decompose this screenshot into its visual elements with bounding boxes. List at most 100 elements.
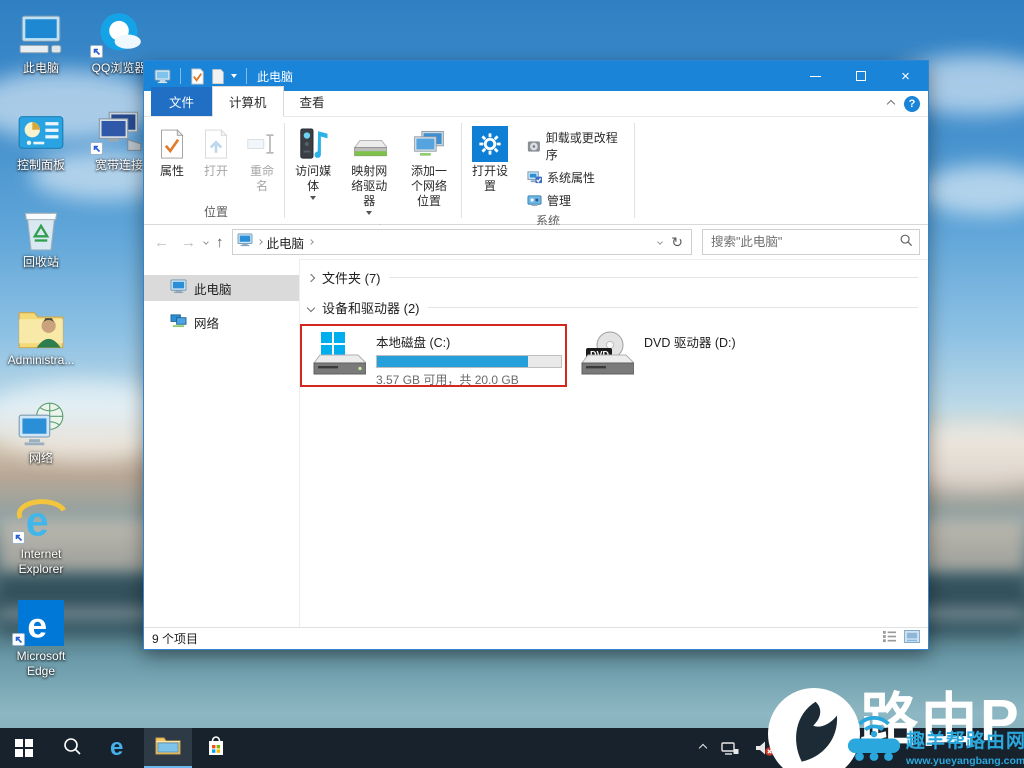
nav-item-network[interactable]: 网络 — [144, 309, 299, 335]
help-icon[interactable]: ? — [904, 96, 920, 112]
desktop-icon-label: Administra... — [7, 353, 75, 367]
recent-locations-icon[interactable] — [203, 239, 209, 245]
desktop: 此电脑 QQ浏览器 控制面板 宽带连接 回收站 Administra... 网络… — [0, 0, 1024, 768]
quick-access-new-folder-icon[interactable] — [211, 68, 225, 85]
taskbar-store-button[interactable] — [192, 728, 240, 768]
breadcrumb-chevron-icon[interactable] — [256, 239, 263, 245]
microsoft-edge-icon: e — [2, 596, 80, 646]
watermark-site-name: 趣羊帮路由网 — [906, 731, 1024, 752]
maximize-icon — [855, 71, 866, 81]
desktop-icon-label: 网络 — [28, 451, 53, 465]
search-icon[interactable] — [899, 233, 913, 252]
search-box[interactable] — [702, 229, 920, 255]
this-pc-icon — [170, 279, 187, 297]
items-count: 9 个项目 — [152, 632, 199, 646]
explorer-app-icon — [154, 68, 171, 84]
file-explorer-icon — [155, 734, 181, 761]
desktop-icon-internet-explorer[interactable]: e Internet Explorer — [2, 494, 80, 577]
tab-view[interactable]: 查看 — [284, 87, 341, 116]
minimize-button[interactable] — [793, 61, 838, 91]
media-server-icon — [297, 126, 329, 162]
file-list-area: 文件夹 (7) 设备和驱动器 (2) 本地磁盘 (C:) 3.57 GB 可用，… — [299, 259, 928, 627]
desktop-icon-control-panel[interactable]: 控制面板 — [2, 105, 80, 173]
maximize-button[interactable] — [838, 61, 883, 91]
tray-show-hidden-icons[interactable] — [698, 743, 708, 753]
shortcut-arrow-icon — [90, 142, 103, 155]
search-input[interactable] — [709, 234, 899, 250]
group-header-folders[interactable]: 文件夹 (7) — [306, 268, 918, 287]
store-icon — [205, 734, 227, 763]
add-network-location-button[interactable]: 添加一个网络位置 — [400, 123, 458, 212]
desktop-icon-this-pc[interactable]: 此电脑 — [2, 8, 80, 76]
properties-button[interactable]: 属性 — [151, 123, 193, 182]
back-icon[interactable]: ← — [150, 234, 173, 251]
address-pc-icon — [237, 232, 253, 252]
desktop-icon-network[interactable]: 网络 — [2, 398, 80, 466]
navigation-pane: 此电脑 网络 — [144, 259, 299, 627]
large-icons-view-icon[interactable] — [904, 629, 920, 648]
dropdown-arrow-icon — [310, 196, 317, 203]
tab-computer[interactable]: 计算机 — [212, 86, 284, 117]
close-button[interactable]: × — [883, 61, 928, 91]
address-box[interactable]: 此电脑 ↻ — [231, 229, 692, 255]
rename-button[interactable]: 重命名 — [239, 123, 285, 197]
network-icon — [2, 398, 80, 448]
desktop-icon-label: Microsoft Edge — [16, 649, 66, 678]
open-icon — [202, 126, 230, 162]
quick-access-properties-icon[interactable] — [190, 68, 205, 85]
collapse-ribbon-icon[interactable] — [886, 99, 896, 109]
drive-item-dvd-d[interactable]: DVD DVD 驱动器 (D:) — [578, 330, 736, 383]
desktop-icon-label: 控制面板 — [16, 158, 65, 172]
quick-access-customize-icon[interactable] — [231, 72, 237, 81]
taskbar-explorer-button[interactable] — [144, 728, 192, 768]
control-panel-icon — [2, 105, 80, 155]
desktop-icon-admin-folder[interactable]: Administra... — [2, 300, 80, 368]
expand-chevron-icon[interactable] — [306, 273, 316, 282]
manage-button[interactable]: 管理 — [522, 190, 628, 211]
taskbar-search-button[interactable] — [48, 728, 96, 768]
breadcrumb-this-pc[interactable]: 此电脑 — [267, 233, 305, 252]
close-icon: × — [901, 67, 910, 85]
window-title: 此电脑 — [257, 69, 294, 84]
access-media-button[interactable]: 访问媒体 — [288, 123, 338, 206]
breadcrumb-chevron-icon[interactable] — [308, 239, 314, 245]
manage-icon — [527, 195, 542, 207]
desktop-icon-label: 回收站 — [22, 255, 59, 269]
desktop-icon-label: Internet Explorer — [18, 547, 64, 576]
map-drive-icon — [351, 126, 388, 162]
explorer-window: 此电脑 × 文件 计算机 查看 ? 属性 打开 重命名 位置 访问媒体 映射网络… — [143, 60, 929, 650]
start-button[interactable] — [0, 728, 48, 768]
minimize-icon — [810, 75, 821, 77]
properties-icon — [158, 126, 186, 162]
up-icon[interactable]: ↑ — [212, 234, 228, 251]
system-properties-icon — [527, 171, 542, 184]
internet-explorer-icon: e — [2, 494, 80, 544]
tab-file[interactable]: 文件 — [151, 87, 213, 116]
map-network-drive-button[interactable]: 映射网络驱动器 — [340, 123, 398, 221]
refresh-icon[interactable]: ↻ — [667, 234, 687, 251]
dvd-drive-icon: DVD — [578, 330, 636, 383]
group-header-devices[interactable]: 设备和驱动器 (2) — [306, 298, 918, 317]
network-status-icon[interactable] — [720, 740, 740, 757]
forward-icon[interactable]: → — [177, 234, 200, 251]
nav-item-label: 此电脑 — [194, 282, 232, 297]
nav-item-this-pc[interactable]: 此电脑 — [144, 275, 299, 301]
details-view-icon[interactable] — [882, 630, 897, 648]
add-location-icon — [411, 126, 447, 162]
annotation-highlight-box — [300, 324, 567, 387]
system-properties-button[interactable]: 系统属性 — [522, 167, 628, 188]
desktop-icon-recycle-bin[interactable]: 回收站 — [2, 202, 80, 270]
collapse-chevron-icon[interactable] — [306, 303, 316, 312]
watermark-router-logo — [845, 712, 903, 767]
group-header-line — [388, 277, 918, 278]
open-button[interactable]: 打开 — [195, 123, 237, 182]
separator — [246, 68, 247, 84]
uninstall-program-button[interactable]: 卸载或更改程序 — [522, 127, 628, 165]
group-header-line — [427, 307, 918, 308]
desktop-icon-microsoft-edge[interactable]: e Microsoft Edge — [2, 596, 80, 679]
address-dropdown-icon[interactable] — [657, 239, 664, 245]
watermark-site-url: www.yueyangbang.com — [906, 755, 1024, 767]
dropdown-arrow-icon — [366, 211, 373, 218]
taskbar-edge-button[interactable]: e — [96, 728, 144, 768]
open-settings-button[interactable]: 打开设置 — [465, 123, 515, 197]
